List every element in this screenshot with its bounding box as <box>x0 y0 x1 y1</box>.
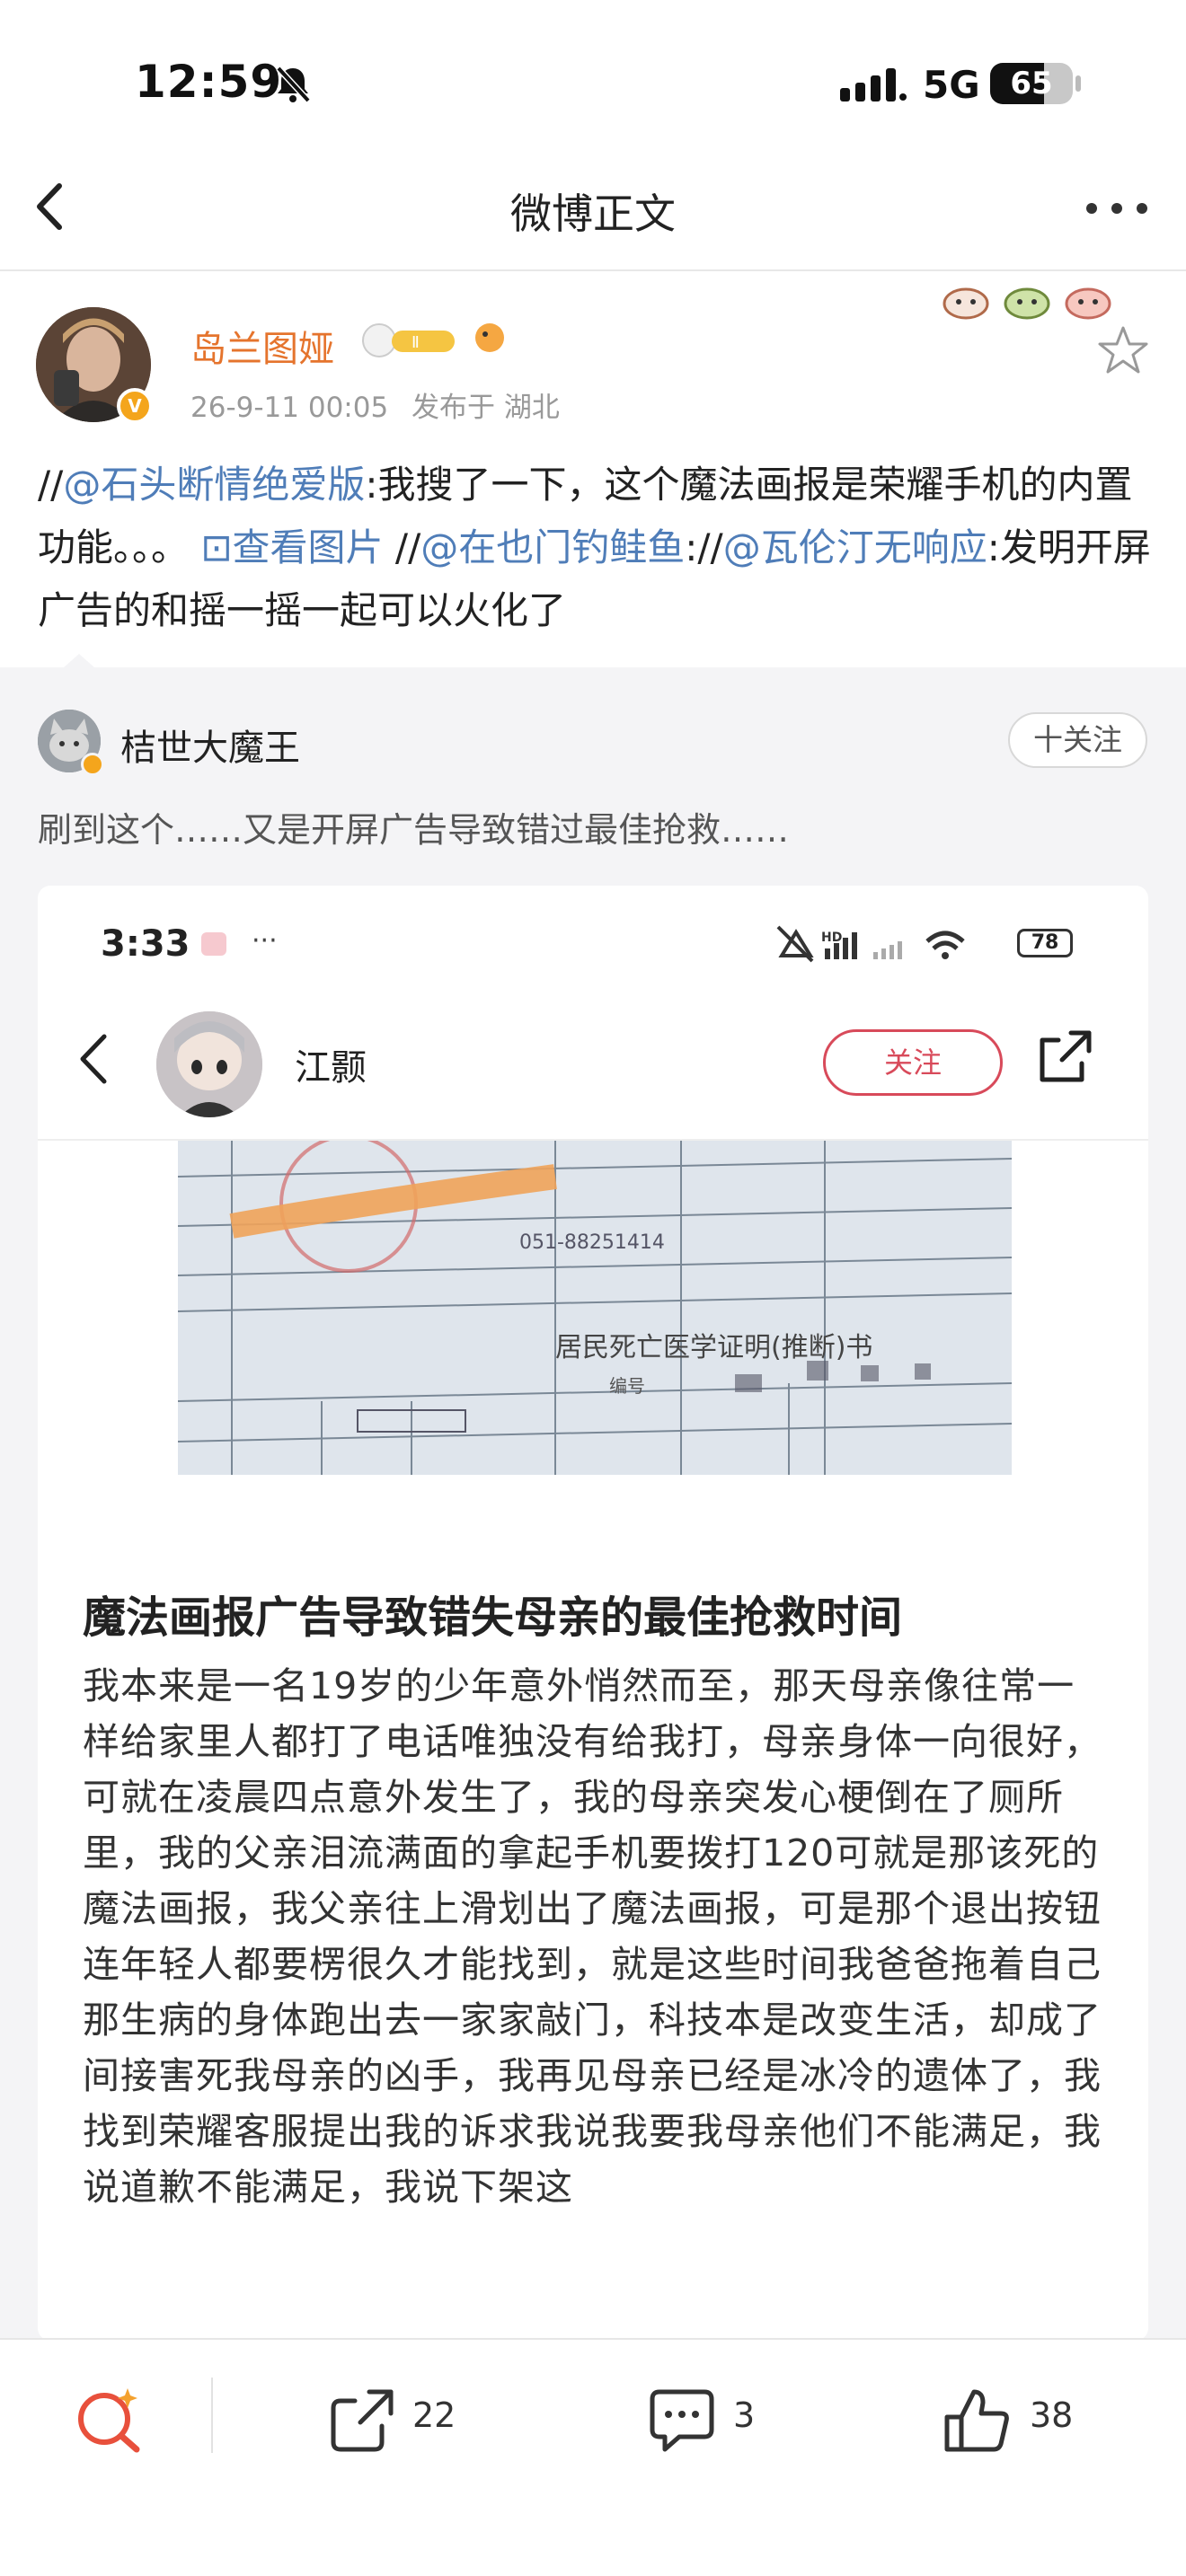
post-link[interactable]: @石头断情绝爱版 <box>63 463 365 507</box>
battery-tip <box>1075 75 1081 92</box>
post-text-segment: :// <box>685 525 723 569</box>
doc-phone-text: 051-88251414 <box>519 1231 665 1254</box>
comment-icon <box>650 2389 714 2452</box>
embed-share-icon <box>1040 1030 1092 1082</box>
bottom-divider <box>211 2378 213 2453</box>
svg-text:HD: HD <box>821 931 842 945</box>
post-date: 26-9-11 00:05 <box>190 392 389 424</box>
embed-status-icons: HD <box>776 925 965 963</box>
original-verified-badge-icon <box>81 753 104 776</box>
original-post-text: 刷到这个……又是开屏广告导致错过最佳抢救…… <box>38 810 790 850</box>
embed-body-text: 我本来是一名19岁的少年意外悄然而至，那天母亲像往常一样给家里人都打了电话唯独没… <box>83 1664 1102 2209</box>
battery-level: 65 <box>1010 66 1053 101</box>
post-text: //@石头断情绝爱版:我搜了一下，这个魔法画报是荣耀手机的内置功能。。。 ⊡查看… <box>38 454 1152 642</box>
status-time: 12:59 <box>135 56 283 108</box>
post-link[interactable]: ⊡查看图片 <box>200 525 383 569</box>
embed-headline: 魔法画报广告导致错失母亲的最佳抢救时间 <box>83 1592 903 1643</box>
post-text-segment: // <box>38 463 64 507</box>
page-title: 微博正文 <box>510 190 676 238</box>
author-name[interactable]: 岛兰图娅 <box>190 320 334 372</box>
post-link[interactable]: @在也门钓鲑鱼 <box>420 525 685 569</box>
bell-muted-icon <box>276 66 311 103</box>
embed-more-dots: ··· <box>252 925 278 957</box>
repost-count: 22 <box>412 2395 456 2435</box>
favorite-star-icon[interactable] <box>1096 323 1150 377</box>
embed-status-time: 3:33 <box>101 923 190 965</box>
embed-follow-label: 关注 <box>823 1029 1003 1096</box>
post-text-segment: // <box>383 525 421 569</box>
signal-icon <box>840 68 907 101</box>
battery-icon: 65 <box>990 63 1073 104</box>
embedded-screenshot-image[interactable]: 3:33 ··· HD 78 江颢 关注 051-88251414 居民死亡医学… <box>38 886 1148 2341</box>
doc-number-label: 编号 <box>609 1375 645 1397</box>
original-author-name[interactable]: 桔世大魔王 <box>120 719 300 771</box>
like-count: 38 <box>1030 2395 1074 2435</box>
repost-icon <box>331 2389 394 2452</box>
comment-button[interactable]: 3 <box>647 2379 773 2460</box>
embed-back-icon <box>80 1034 107 1084</box>
death-certificate-photo: 051-88251414 居民死亡医学证明(推断)书 编号 <box>178 1141 1012 1475</box>
anime-avatar-icon <box>156 1011 262 1117</box>
user-level-badges-icon: Ⅱ <box>362 323 504 357</box>
network-type: 5G <box>923 63 980 107</box>
verified-badge-icon: V <box>117 388 153 424</box>
emoji-stickers-icon <box>943 287 1111 320</box>
embed-user-avatar <box>156 1011 262 1117</box>
comment-count: 3 <box>733 2395 756 2435</box>
repost-button[interactable]: 22 <box>328 2379 490 2460</box>
embed-username: 江颢 <box>295 1047 367 1089</box>
post-meta: 26-9-11 00:05 发布于 湖北 <box>190 384 574 425</box>
doc-title-text: 居民死亡医学证明(推断)书 <box>555 1332 872 1363</box>
svg-text:Ⅱ: Ⅱ <box>412 333 420 352</box>
ai-search-icon[interactable] <box>72 2383 144 2455</box>
app-notification-icon <box>201 932 226 956</box>
document-photo-image: 051-88251414 居民死亡医学证明(推断)书 编号 <box>178 1141 1012 1475</box>
like-thumb-icon <box>944 2389 1009 2452</box>
nav-bar: 微博正文 <box>0 144 1186 271</box>
retweeted-arrow <box>63 654 95 668</box>
post-link[interactable]: @瓦伦汀无响应 <box>723 525 987 569</box>
embed-battery-icon: 78 <box>1017 929 1073 957</box>
like-button[interactable]: 38 <box>942 2379 1103 2460</box>
more-icon[interactable] <box>1083 190 1151 226</box>
follow-button[interactable]: 十关注 <box>1008 712 1147 768</box>
status-bar: 12:59 5G 65 <box>0 0 1186 144</box>
bottom-action-bar: 22 3 38 <box>0 2338 1186 2576</box>
post-location: 发布于 湖北 <box>412 392 560 424</box>
